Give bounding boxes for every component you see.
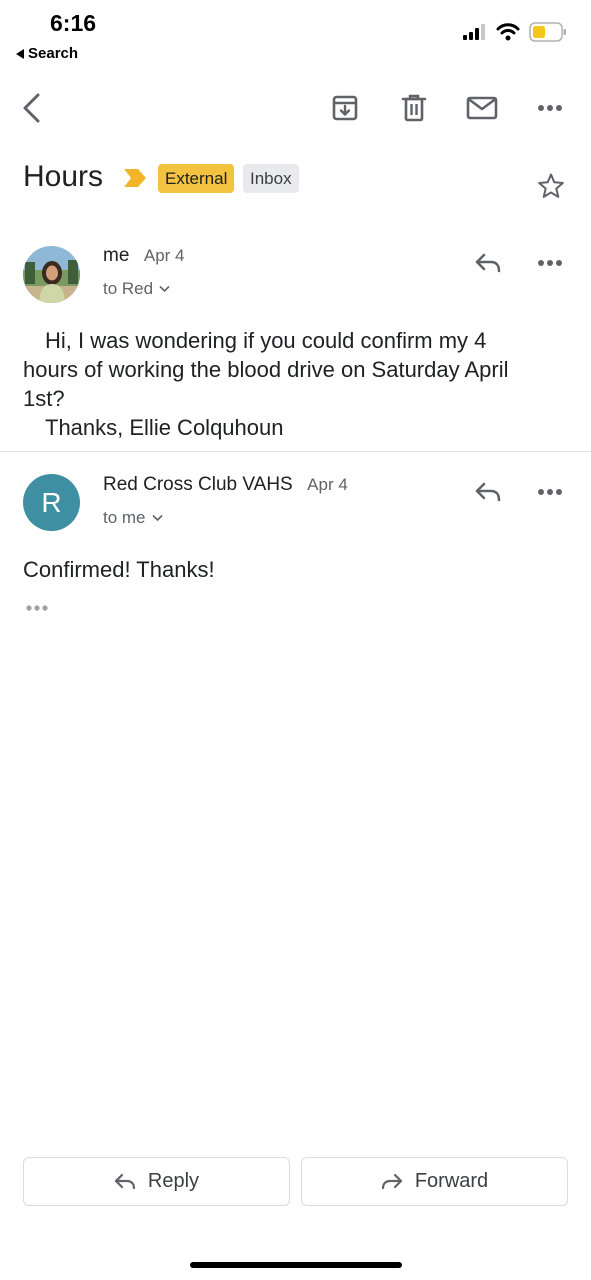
label-external[interactable]: External bbox=[158, 164, 235, 193]
back-button[interactable] bbox=[14, 90, 50, 126]
message-1-header: me Apr 4 bbox=[103, 245, 185, 267]
profile-photo-icon bbox=[23, 246, 80, 303]
signal-icon bbox=[463, 24, 485, 40]
forward-icon bbox=[381, 1173, 402, 1189]
battery-icon bbox=[529, 22, 566, 42]
message-1-more-button[interactable] bbox=[532, 245, 568, 281]
recipient-line: to me bbox=[103, 508, 146, 527]
more-options-button[interactable] bbox=[532, 90, 568, 126]
email-subject: Hours bbox=[23, 160, 104, 193]
label-inbox[interactable]: Inbox bbox=[243, 164, 299, 193]
body-line: Thanks, Ellie Colquhoun bbox=[45, 415, 284, 440]
home-indicator[interactable] bbox=[190, 1262, 402, 1268]
reply-icon bbox=[475, 253, 501, 273]
reply-icon bbox=[114, 1173, 136, 1189]
forward-button[interactable]: Forward bbox=[301, 1157, 568, 1206]
chevron-down-icon bbox=[151, 514, 163, 522]
important-marker-icon[interactable] bbox=[122, 167, 148, 189]
sender-avatar-me[interactable] bbox=[23, 246, 80, 303]
reply-button-message-2[interactable] bbox=[470, 474, 506, 510]
message-body: Hi, I was wondering if you could confirm… bbox=[23, 326, 573, 442]
sender-avatar-red-cross[interactable]: R bbox=[23, 474, 80, 531]
message-2-header: Red Cross Club VAHS Apr 4 bbox=[103, 474, 348, 496]
message-2-more-button[interactable] bbox=[532, 474, 568, 510]
more-icon bbox=[538, 260, 562, 266]
more-icon bbox=[538, 489, 562, 495]
reply-button-message-1[interactable] bbox=[470, 245, 506, 281]
star-icon[interactable] bbox=[537, 172, 565, 200]
body-line: Hi, I was wondering if you could confirm… bbox=[45, 328, 487, 353]
chevron-down-icon bbox=[159, 285, 170, 293]
reply-icon bbox=[475, 482, 501, 502]
more-icon bbox=[538, 105, 562, 111]
forward-label: Forward bbox=[414, 1170, 489, 1192]
message-date: Apr 4 bbox=[307, 475, 348, 494]
reply-button[interactable]: Reply bbox=[23, 1157, 290, 1206]
back-to-search[interactable]: Search bbox=[16, 45, 78, 62]
mark-unread-button[interactable] bbox=[464, 90, 500, 126]
reply-label: Reply bbox=[147, 1170, 200, 1192]
archive-button[interactable] bbox=[327, 90, 363, 126]
delete-button[interactable] bbox=[396, 90, 432, 126]
avatar-letter: R bbox=[41, 486, 62, 518]
body-line: Confirmed! Thanks! bbox=[23, 557, 215, 582]
recipient-details-toggle[interactable]: to me bbox=[103, 508, 163, 528]
message-body: Confirmed! Thanks! bbox=[23, 555, 215, 584]
show-trimmed-content-icon[interactable] bbox=[25, 604, 49, 612]
message-divider bbox=[0, 451, 591, 452]
back-to-search-label: Search bbox=[28, 45, 79, 62]
back-icon bbox=[23, 93, 40, 123]
archive-icon bbox=[332, 95, 358, 121]
wifi-icon bbox=[496, 23, 520, 41]
back-triangle-icon bbox=[16, 48, 24, 59]
mark-unread-icon bbox=[466, 96, 498, 120]
body-line: hours of working the blood drive on Satu… bbox=[23, 357, 509, 382]
sender-name: Red Cross Club VAHS bbox=[103, 474, 293, 495]
trash-icon bbox=[401, 94, 427, 122]
status-time: 6:16 bbox=[50, 10, 97, 36]
body-line: 1st? bbox=[23, 386, 65, 411]
sender-name: me bbox=[103, 245, 130, 266]
recipient-details-toggle[interactable]: to Red bbox=[103, 279, 170, 299]
message-date: Apr 4 bbox=[143, 246, 185, 265]
status-icons bbox=[463, 22, 567, 42]
recipient-line: to Red bbox=[103, 279, 154, 298]
